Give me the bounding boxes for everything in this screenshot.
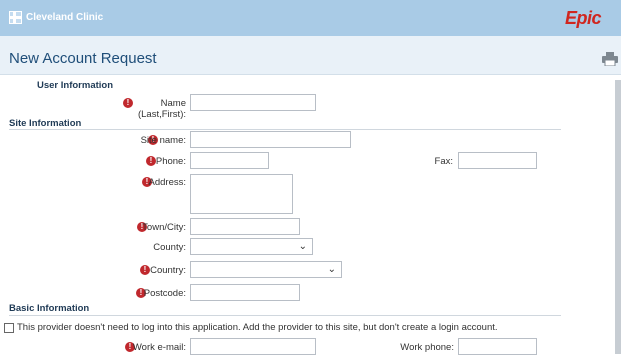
section-basic-information: Basic Information	[9, 303, 90, 314]
phone-label: Phone:	[155, 156, 186, 167]
divider	[9, 315, 561, 316]
name-input[interactable]	[190, 94, 316, 111]
no-login-label: This provider doesn't need to log into t…	[17, 322, 498, 333]
county-select[interactable]: ⌄	[190, 238, 313, 255]
scrollbar-thumb[interactable]	[615, 80, 621, 354]
epic-logo: Epic	[565, 8, 602, 28]
scrollbar[interactable]	[615, 80, 621, 354]
work-phone-input[interactable]	[458, 338, 537, 355]
fax-label: Fax:	[434, 156, 453, 167]
country-label: Country:	[150, 265, 186, 276]
page-title: New Account Request	[9, 50, 157, 67]
divider	[9, 129, 561, 130]
section-user-information: User Information	[37, 80, 114, 91]
work-email-label: Work e-mail:	[132, 342, 186, 353]
chevron-down-icon: ⌄	[298, 241, 307, 252]
fax-input[interactable]	[458, 152, 537, 169]
top-bar: Cleveland Clinic Epic	[0, 0, 621, 36]
work-email-input[interactable]	[190, 338, 316, 355]
address-label: Address:	[148, 177, 187, 188]
country-select[interactable]: ⌄	[190, 261, 342, 278]
clinic-logo-icon	[9, 11, 22, 24]
phone-input[interactable]	[190, 152, 269, 169]
site-name-input[interactable]	[190, 131, 351, 148]
brand: Cleveland Clinic	[9, 11, 103, 24]
town-label: Town/City:	[142, 222, 186, 233]
no-login-checkbox-row[interactable]: This provider doesn't need to log into t…	[4, 322, 498, 333]
no-login-checkbox[interactable]	[4, 322, 14, 333]
work-phone-label: Work phone:	[400, 342, 454, 353]
print-icon[interactable]	[602, 52, 618, 66]
brand-name: Cleveland Clinic	[26, 12, 104, 23]
town-input[interactable]	[190, 218, 300, 235]
section-site-information: Site Information	[9, 118, 82, 129]
name-label: Name (Last,First):	[137, 98, 186, 120]
chevron-down-icon: ⌄	[327, 264, 336, 275]
postcode-input[interactable]	[190, 284, 300, 301]
address-textarea[interactable]	[190, 174, 293, 214]
site-name-label: Site name:	[140, 135, 186, 146]
county-label: County:	[153, 242, 186, 253]
postcode-label: Postcode:	[143, 288, 186, 299]
